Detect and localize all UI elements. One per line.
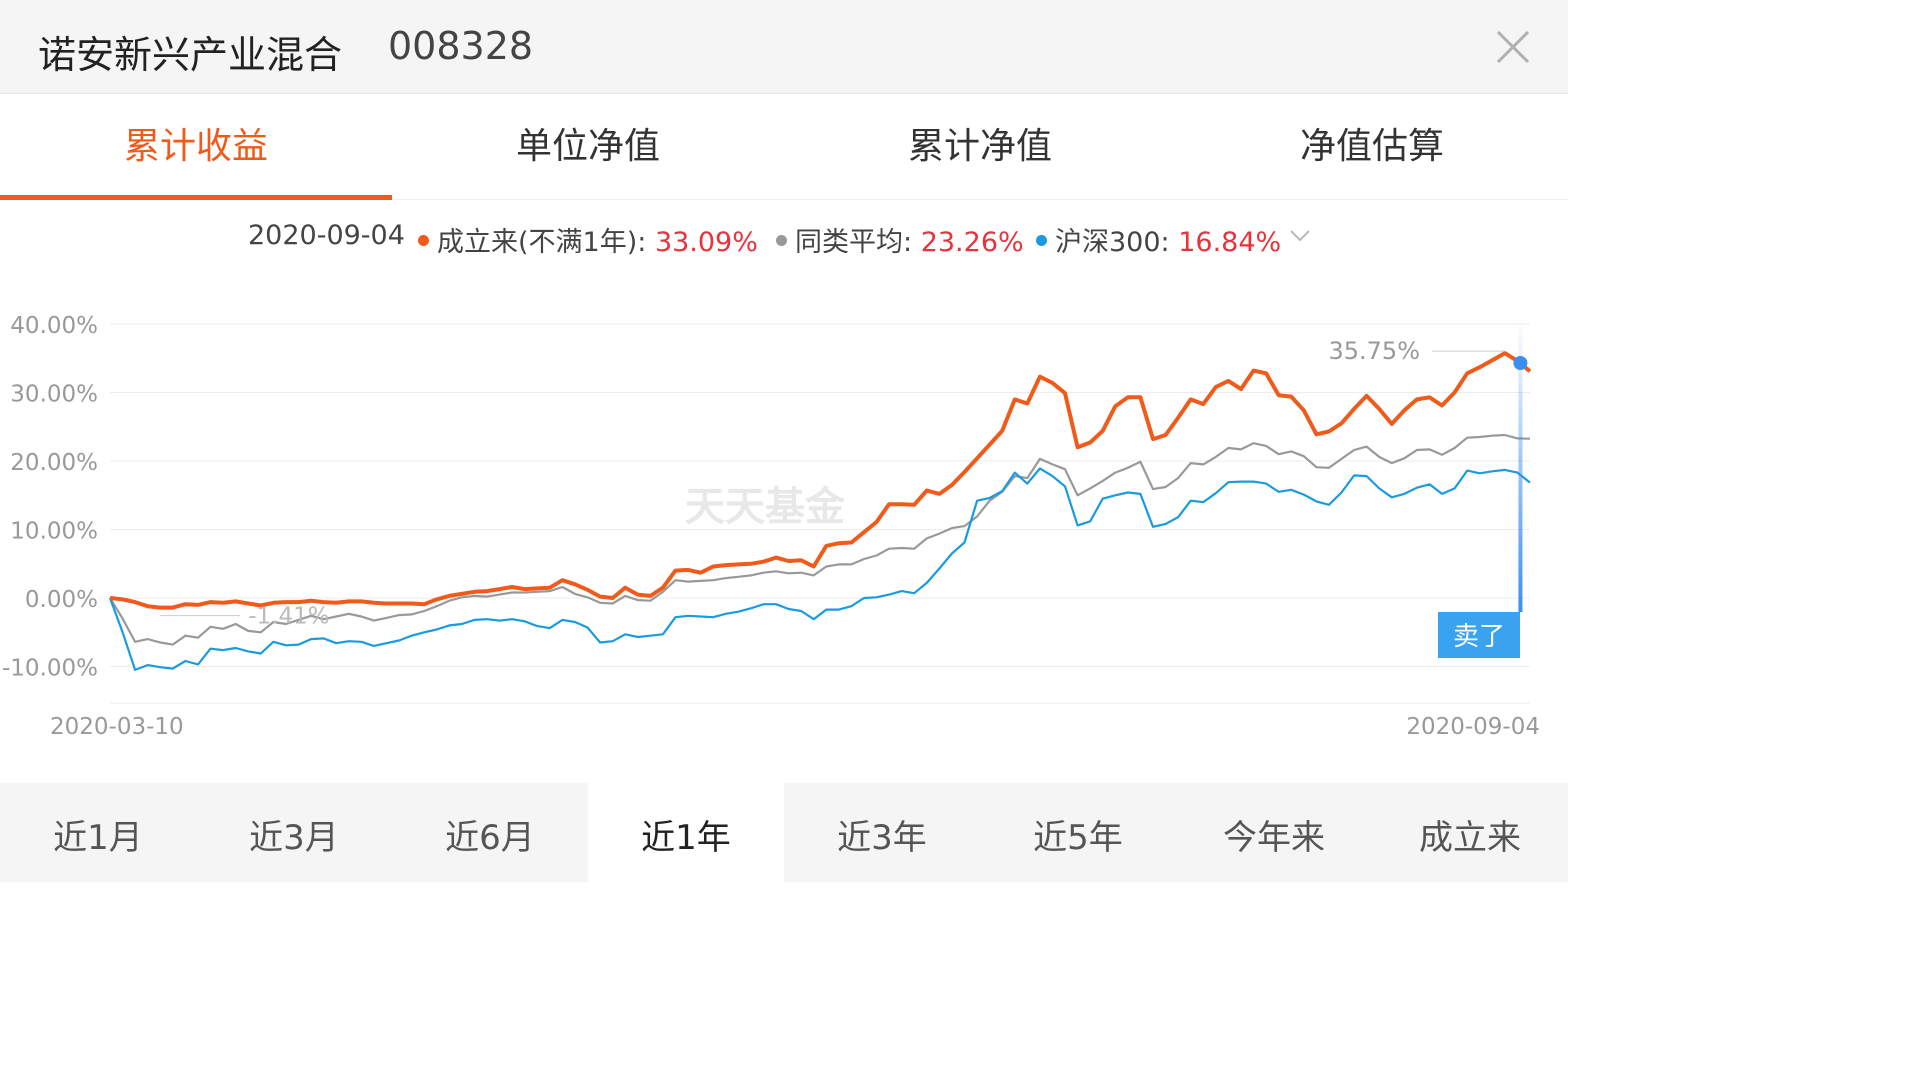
series-line-0 bbox=[109, 351, 1532, 610]
min-annotation: -1.41% bbox=[248, 604, 329, 630]
period-3m[interactable]: 近3月 bbox=[196, 783, 392, 882]
tab-cumulative-return[interactable]: 累计收益 bbox=[0, 94, 392, 200]
legend-label: 沪深300: bbox=[1055, 227, 1170, 258]
tab-cumulative-nav[interactable]: 累计净值 bbox=[784, 94, 1176, 200]
period-selector: 近1月 近3月 近6月 近1年 近3年 近5年 今年来 成立来 bbox=[0, 783, 1568, 882]
return-chart[interactable]: 40.00% 30.00% 20.00% 10.00% 0.00% -10.00% 2020… bbox=[0, 290, 1568, 750]
title-bar: 诺安新兴产业混合 008328 bbox=[0, 0, 1568, 94]
max-annotation: 35.75% bbox=[1328, 337, 1420, 365]
y-tick-label: 0.00% bbox=[25, 587, 98, 613]
legend-value: 33.09% bbox=[654, 227, 758, 258]
legend-date: 2020-09-04 bbox=[248, 220, 405, 251]
y-tick-label: 30.00% bbox=[10, 382, 98, 408]
fund-code: 008328 bbox=[388, 24, 534, 68]
y-tick-label: -10.00% bbox=[2, 656, 98, 682]
close-icon[interactable] bbox=[1494, 28, 1532, 66]
y-tick-label: 10.00% bbox=[10, 519, 98, 545]
x-tick-label: 2020-03-10 bbox=[50, 714, 184, 740]
tab-nav-estimate[interactable]: 净值估算 bbox=[1176, 94, 1568, 200]
sell-marker-dot bbox=[1513, 355, 1528, 370]
legend-value: 23.26% bbox=[920, 227, 1024, 258]
chart-type-tabs: 累计收益 单位净值 累计净值 净值估算 bbox=[0, 94, 1568, 200]
x-tick-label: 2020-09-04 bbox=[1406, 714, 1540, 740]
chevron-down-icon[interactable] bbox=[1288, 228, 1312, 244]
legend-label: 成立来(不满1年): bbox=[437, 227, 647, 258]
period-ytd[interactable]: 今年来 bbox=[1176, 783, 1372, 882]
period-1y[interactable]: 近1年 bbox=[588, 783, 784, 882]
period-since-inception[interactable]: 成立来 bbox=[1372, 783, 1568, 882]
legend-item-category-avg: 同类平均: 23.26% bbox=[776, 220, 1024, 259]
legend-item-fund: 成立来(不满1年): 33.09% bbox=[418, 220, 758, 259]
legend-value: 16.84% bbox=[1178, 227, 1282, 258]
period-1m[interactable]: 近1月 bbox=[0, 783, 196, 882]
period-5y[interactable]: 近5年 bbox=[980, 783, 1176, 882]
sell-badge-label[interactable]: 卖了 bbox=[1453, 622, 1505, 652]
watermark-text: 天天基金 bbox=[685, 483, 846, 530]
y-tick-label: 40.00% bbox=[10, 313, 98, 339]
period-6m[interactable]: 近6月 bbox=[392, 783, 588, 882]
legend-item-hs300: 沪深300: 16.84% bbox=[1036, 220, 1281, 259]
tab-unit-nav[interactable]: 单位净值 bbox=[392, 94, 784, 200]
legend-label: 同类平均: bbox=[795, 227, 913, 258]
chart-legend: 2020-09-04 成立来(不满1年): 33.09% 同类平均: 23.26… bbox=[0, 220, 1568, 260]
period-3y[interactable]: 近3年 bbox=[784, 783, 980, 882]
fund-name: 诺安新兴产业混合 bbox=[38, 33, 343, 77]
y-tick-label: 20.00% bbox=[10, 450, 98, 476]
